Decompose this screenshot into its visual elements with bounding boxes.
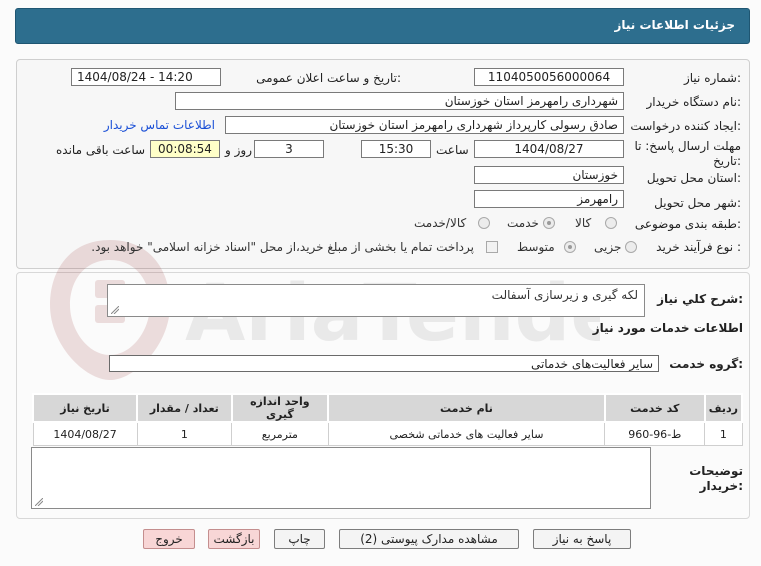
cell-quantity: 1	[136, 421, 233, 446]
details-panel	[16, 59, 750, 269]
table-header-row: تاریخ نیاز تعداد / مقدار واحد اندازه گیر…	[31, 393, 744, 423]
category-option-goods: کالا	[575, 216, 592, 230]
col-service-code: کد خدمت	[603, 393, 706, 423]
category-radio-goods-service[interactable]	[478, 217, 490, 229]
province-field: خوزستان	[474, 166, 624, 184]
deadline-hour-label: ساعت	[436, 143, 469, 157]
print-button[interactable]: چاپ	[274, 529, 325, 549]
province-label: استان محل تحویل:	[646, 171, 741, 185]
remaining-time-field: 00:08:54	[150, 140, 220, 158]
city-field: رامهرمز	[474, 190, 624, 208]
service-group-label: گروه خدمت:	[669, 357, 743, 371]
buyer-contact-link[interactable]: اطلاعات تماس خریدار	[104, 118, 215, 132]
cell-service-code: ط-96-960	[604, 421, 706, 446]
treasury-payment-note: پرداخت تمام یا بخشی از مبلغ خرید،از محل …	[91, 240, 474, 254]
col-row-number: ردیف	[703, 393, 744, 423]
table-row: 1404/08/27 1 مترمربع سایر فعالیت های خدم…	[32, 421, 743, 446]
exit-button[interactable]: خروج	[143, 529, 195, 549]
deadline-label-date: تاریخ:	[713, 154, 741, 168]
services-section-title: اطلاعات خدمات مورد نیاز	[592, 321, 743, 335]
creator-label: ایجاد کننده درخواست:	[630, 119, 741, 133]
process-radio-medium[interactable]	[564, 241, 576, 253]
buyer-org-field: شهرداری رامهرمز استان خوزستان	[175, 92, 624, 110]
reply-button[interactable]: پاسخ به نیاز	[533, 529, 631, 549]
category-label: طبقه بندی موضوعی:	[634, 217, 741, 231]
resize-grip-icon[interactable]	[35, 498, 43, 506]
resize-grip-icon[interactable]	[111, 306, 119, 314]
deadline-hour-field: 15:30	[361, 140, 431, 158]
process-radio-minor[interactable]	[625, 241, 637, 253]
category-radio-service[interactable]	[543, 217, 555, 229]
category-radio-goods[interactable]	[605, 217, 617, 229]
remaining-time-label: ساعت باقی مانده	[56, 143, 146, 157]
deadline-label: مهلت ارسال پاسخ: تا	[634, 139, 741, 153]
summary-label: شرح کلي نياز:	[657, 292, 743, 306]
cell-row-number: 1	[704, 421, 743, 446]
category-option-goods-service: کالا/خدمت	[414, 216, 467, 230]
col-quantity: تعداد / مقدار	[136, 393, 233, 423]
city-label: شهر محل تحویل:	[654, 196, 741, 210]
buyer-notes-field[interactable]	[31, 447, 651, 509]
announce-date-field: 1404/08/24 - 14:20	[71, 68, 221, 86]
col-service-name: نام خدمت	[327, 393, 606, 423]
deadline-date-field: 1404/08/27	[474, 140, 624, 158]
treasury-payment-checkbox[interactable]	[486, 241, 498, 253]
back-button[interactable]: بازگشت	[208, 529, 260, 549]
cell-unit: مترمربع	[231, 421, 329, 446]
need-number-field: 1104050056000064	[474, 68, 624, 86]
need-number-label: شماره نیاز:	[683, 71, 741, 85]
page-header: جزئیات اطلاعات نیاز	[15, 8, 750, 44]
service-group-field: سایر فعالیت‌های خدماتی	[109, 355, 659, 372]
attachments-button[interactable]: مشاهده مدارک پیوستی (2)	[339, 529, 519, 549]
services-table: تاریخ نیاز تعداد / مقدار واحد اندازه گیر…	[31, 393, 744, 446]
buyer-org-label: نام دستگاه خریدار:	[646, 95, 742, 109]
category-option-service: خدمت	[507, 216, 539, 230]
creator-field: صادق رسولی کارپرداز شهرداری رامهرمز استا…	[225, 116, 624, 134]
buyer-notes-label: توضیحات	[689, 464, 743, 478]
cell-need-date: 1404/08/27	[32, 421, 138, 446]
col-unit: واحد اندازه گیری	[230, 393, 330, 423]
process-option-minor: جزیی	[594, 240, 622, 254]
process-label: نوع فرآیند خرید :	[656, 240, 741, 254]
cell-service-name: سایر فعالیت های خدماتی شخصی	[327, 421, 606, 446]
buyer-notes-label-2: خریدار:	[699, 479, 743, 493]
process-option-medium: متوسط	[517, 240, 555, 254]
announce-date-label: تاریخ و ساعت اعلان عمومی:	[256, 71, 401, 85]
page-title: جزئیات اطلاعات نیاز	[614, 18, 735, 32]
col-need-date: تاریخ نیاز	[31, 393, 139, 423]
days-label: روز و	[225, 143, 252, 157]
summary-field: لکه گیری و زیرسازی آسفالت	[107, 284, 645, 317]
days-field: 3	[254, 140, 324, 158]
summary-text: لکه گیری و زیرسازی آسفالت	[491, 288, 638, 302]
